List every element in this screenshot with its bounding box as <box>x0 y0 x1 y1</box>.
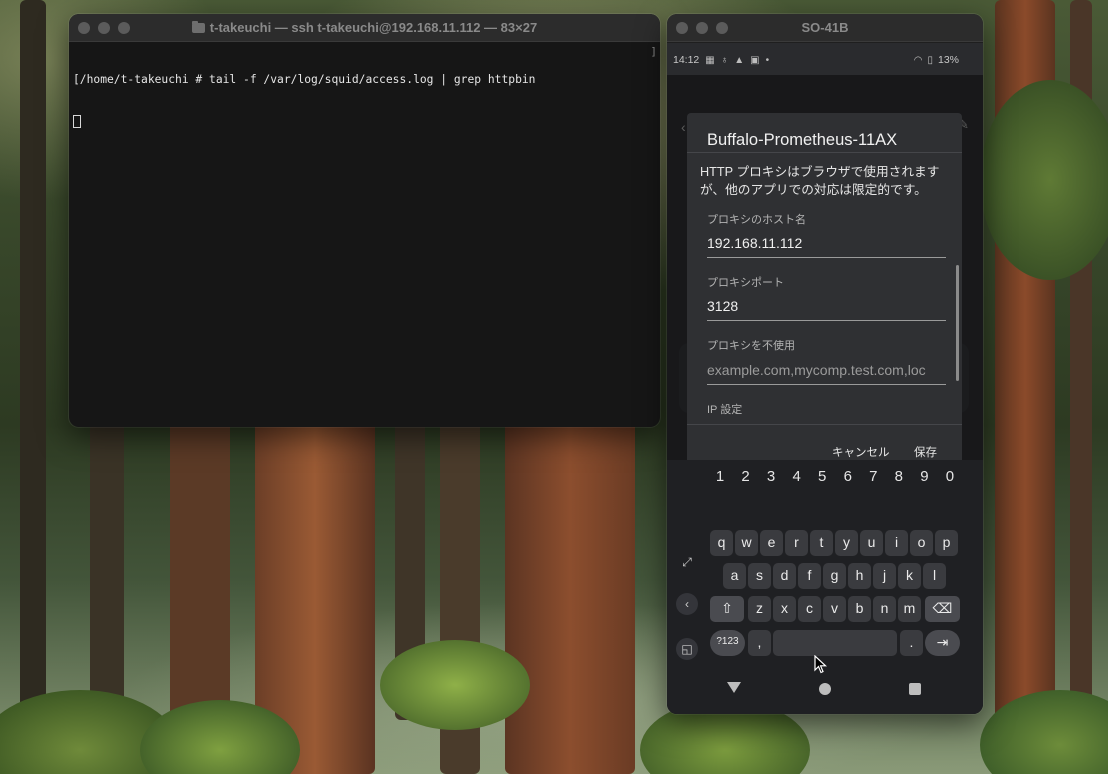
dialog-title: Buffalo-Prometheus-11AX <box>707 131 898 149</box>
key-d[interactable]: d <box>773 563 796 589</box>
nav-home-icon[interactable] <box>819 683 831 695</box>
status-bar: 14:12 ▦ ♁ ▲ ▣ • ◠ ▯ 13% <box>667 43 983 75</box>
nav-recents-icon[interactable] <box>909 683 921 695</box>
battery-icon: ▯ <box>927 54 933 66</box>
symbols-key[interactable]: ?123 <box>710 630 745 656</box>
key-0[interactable]: 0 <box>939 468 961 485</box>
key-2[interactable]: 2 <box>735 468 757 485</box>
key-w[interactable]: w <box>735 530 758 556</box>
command-line: [/home/t-takeuchi # tail -f /var/log/squ… <box>73 73 536 86</box>
proxy-port-input[interactable]: 3128 <box>707 298 947 314</box>
shift-key[interactable]: ⇧ <box>710 596 744 622</box>
scroll-marker: ] <box>650 45 657 58</box>
key-c[interactable]: c <box>798 596 821 622</box>
key-v[interactable]: v <box>823 596 846 622</box>
tree-trunk <box>20 0 46 774</box>
number-row: 1 2 3 4 5 6 7 8 9 0 <box>709 468 961 485</box>
key-1[interactable]: 1 <box>709 468 731 485</box>
folder-icon <box>191 21 205 33</box>
key-k[interactable]: k <box>898 563 921 589</box>
key-j[interactable]: j <box>873 563 896 589</box>
key-5[interactable]: 5 <box>811 468 833 485</box>
key-u[interactable]: u <box>860 530 883 556</box>
status-time: 14:12 <box>673 54 700 66</box>
proxy-bypass-underline <box>707 384 946 385</box>
cast-icon: ▦ <box>705 54 715 66</box>
key-i[interactable]: i <box>885 530 908 556</box>
resize-keyboard-icon[interactable]: ◱ <box>676 638 698 660</box>
key-6[interactable]: 6 <box>837 468 859 485</box>
key-g[interactable]: g <box>823 563 846 589</box>
key-x[interactable]: x <box>773 596 796 622</box>
proxy-bypass-input[interactable]: example.com,mycomp.test.com,loc <box>707 362 947 378</box>
key-3[interactable]: 3 <box>760 468 782 485</box>
navigation-bar <box>667 676 983 714</box>
period-key[interactable]: . <box>900 630 923 656</box>
expand-icon[interactable]: ⤢ <box>676 551 698 573</box>
dot-icon: • <box>765 54 770 66</box>
key-f[interactable]: f <box>798 563 821 589</box>
terminal-content[interactable]: [/home/t-takeuchi # tail -f /var/log/squ… <box>69 42 660 161</box>
comma-key[interactable]: , <box>748 630 771 656</box>
proxy-description: HTTP プロキシはブラウザで使用されますが、他のアプリでの対応は限定的です。 <box>700 165 940 197</box>
tree-trunk <box>505 420 635 774</box>
window-title: t-takeuchi — ssh t-takeuchi@192.168.11.1… <box>69 20 660 35</box>
key-p[interactable]: p <box>935 530 958 556</box>
emulator-titlebar[interactable]: SO-41B <box>667 14 983 42</box>
space-key[interactable] <box>773 630 897 656</box>
proxy-bypass-label: プロキシを不使用 <box>707 340 795 352</box>
key-t[interactable]: t <box>810 530 833 556</box>
save-button[interactable]: 保存 <box>914 444 937 460</box>
key-s[interactable]: s <box>748 563 771 589</box>
proxy-port-label: プロキシポート <box>707 277 784 289</box>
key-a[interactable]: a <box>723 563 746 589</box>
phone-screen[interactable]: 14:12 ▦ ♁ ▲ ▣ • ◠ ▯ 13% ‹ ✎ Buffalo-Prom… <box>667 43 983 714</box>
cancel-button[interactable]: キャンセル <box>832 444 890 460</box>
proxy-host-input[interactable]: 192.168.11.112 <box>707 235 947 251</box>
dialog-divider <box>687 152 962 153</box>
key-o[interactable]: o <box>910 530 933 556</box>
fern <box>980 80 1108 280</box>
mouse-pointer-icon <box>814 655 828 674</box>
wifi-icon: ◠ <box>913 54 923 66</box>
fern <box>380 640 530 730</box>
dialog-scrollbar[interactable] <box>956 265 959 381</box>
soft-keyboard: 1 2 3 4 5 6 7 8 9 0 ⤢ ‹ ◱ q w e r t y u <box>667 460 983 676</box>
key-l[interactable]: l <box>923 563 946 589</box>
key-9[interactable]: 9 <box>913 468 935 485</box>
nav-back-icon[interactable] <box>727 682 741 693</box>
notification-icon: ▣ <box>750 54 760 66</box>
proxy-settings-dialog: Buffalo-Prometheus-11AX HTTP プロキシはブラウザで使… <box>687 113 962 461</box>
key-7[interactable]: 7 <box>862 468 884 485</box>
key-q[interactable]: q <box>710 530 733 556</box>
terminal-title-text: t-takeuchi — ssh t-takeuchi@192.168.11.1… <box>209 20 538 35</box>
emulator-window[interactable]: SO-41B 14:12 ▦ ♁ ▲ ▣ • ◠ ▯ 13% ‹ ✎ Buffa… <box>667 14 983 714</box>
terminal-titlebar[interactable]: t-takeuchi — ssh t-takeuchi@192.168.11.1… <box>69 14 660 42</box>
proxy-host-underline <box>707 257 946 258</box>
battery-level: 13% <box>937 54 959 66</box>
tab-next-key[interactable]: ⇥ <box>925 630 960 656</box>
key-y[interactable]: y <box>835 530 858 556</box>
lightbulb-icon: ♁ <box>720 54 729 66</box>
key-n[interactable]: n <box>873 596 896 622</box>
key-e[interactable]: e <box>760 530 783 556</box>
key-b[interactable]: b <box>848 596 871 622</box>
key-m[interactable]: m <box>898 596 921 622</box>
terminal-window[interactable]: t-takeuchi — ssh t-takeuchi@192.168.11.1… <box>69 14 660 427</box>
chevron-left-icon[interactable]: ‹ <box>676 593 698 615</box>
key-h[interactable]: h <box>848 563 871 589</box>
proxy-port-underline <box>707 320 946 321</box>
ip-settings-label[interactable]: IP 設定 <box>707 401 742 417</box>
window-title: SO-41B <box>801 20 849 35</box>
key-4[interactable]: 4 <box>786 468 808 485</box>
key-r[interactable]: r <box>785 530 808 556</box>
backspace-key[interactable]: ⌫ <box>925 596 960 622</box>
dialog-bottom-divider <box>687 424 962 425</box>
key-z[interactable]: z <box>748 596 771 622</box>
key-8[interactable]: 8 <box>888 468 910 485</box>
proxy-host-label: プロキシのホスト名 <box>707 214 806 226</box>
text-cursor <box>73 115 81 128</box>
warning-icon: ▲ <box>734 54 745 66</box>
